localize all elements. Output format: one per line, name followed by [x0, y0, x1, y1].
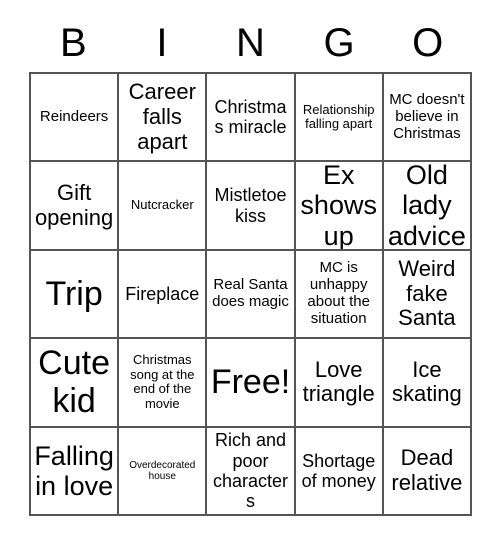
bingo-cell[interactable]: Reindeers	[31, 74, 120, 163]
bingo-cell[interactable]: Weird fake Santa	[383, 250, 472, 340]
bingo-cell[interactable]: Ex shows up	[295, 162, 384, 251]
bingo-cell[interactable]: Falling in love	[31, 427, 120, 516]
bingo-cell-label: Rich and poor characters	[212, 430, 289, 511]
bingo-cell[interactable]: Shortage of money	[295, 427, 384, 516]
bingo-cell-label: Falling in love	[34, 440, 114, 501]
bingo-cell[interactable]: MC is unhappy about the situation	[295, 250, 384, 340]
bingo-cell-label: Christmas miracle	[214, 97, 287, 138]
bingo-cell-label: Overdecorated house	[129, 459, 196, 482]
bingo-cell-label: Gift opening	[34, 179, 114, 230]
bingo-cell[interactable]: Rich and poor characters	[207, 427, 296, 516]
bingo-cell-label: Old lady advice	[387, 162, 466, 251]
header-letter-g: G	[323, 21, 355, 65]
bingo-cell[interactable]: Real Santa does magic	[207, 250, 296, 340]
header-letter-n: N	[236, 21, 265, 65]
bingo-cell-label: Love triangle	[302, 356, 375, 407]
bingo-cell[interactable]: Ice skating	[383, 339, 472, 428]
header-letter-b: B	[59, 21, 87, 65]
bingo-cell-label: Ice skating	[392, 356, 462, 407]
bingo-cell[interactable]: Fireplace	[119, 250, 208, 340]
bingo-cell-label: Trip	[45, 274, 103, 313]
bingo-cell-label: Cute kid	[38, 344, 110, 421]
bingo-card: B I N G O Reindeers Career falls apart C…	[0, 0, 500, 544]
bingo-cell[interactable]: Gift opening	[31, 162, 120, 251]
bingo-cell[interactable]: Trip	[31, 250, 120, 340]
bingo-cell[interactable]: Mistletoe kiss	[207, 162, 296, 251]
bingo-cell-label: Reindeers	[39, 107, 109, 125]
bingo-cell[interactable]: Dead relative	[383, 427, 472, 516]
bingo-cell-label: Relationship falling apart	[302, 101, 375, 132]
bingo-cell-label: Weird fake Santa	[398, 256, 456, 331]
bingo-cell-label: Free!	[210, 363, 291, 402]
bingo-cell[interactable]: Christmas song at the end of the movie	[119, 339, 208, 428]
bingo-cell-label: MC is unhappy about the situation	[307, 259, 370, 327]
bingo-cell[interactable]: Love triangle	[295, 339, 384, 428]
bingo-header: B I N G O	[29, 14, 472, 72]
bingo-grid: Reindeers Career falls apart Christmas m…	[29, 72, 472, 516]
bingo-cell[interactable]: Relationship falling apart	[295, 74, 384, 163]
bingo-cell[interactable]: Old lady advice	[383, 162, 472, 251]
bingo-cell[interactable]: Nutcracker	[119, 162, 208, 251]
bingo-cell-free[interactable]: Free!	[207, 339, 296, 428]
bingo-cell-label: Career falls apart	[128, 79, 196, 154]
bingo-cell-label: Christmas song at the end of the movie	[130, 352, 195, 411]
bingo-cell-label: Mistletoe kiss	[214, 185, 287, 226]
bingo-cell[interactable]: MC doesn't believe in Christmas	[383, 74, 472, 163]
bingo-cell-label: Shortage of money	[301, 450, 376, 491]
bingo-cell[interactable]: Cute kid	[31, 339, 120, 428]
bingo-cell-label: Nutcracker	[130, 197, 194, 213]
bingo-cell[interactable]: Career falls apart	[119, 74, 208, 163]
bingo-cell-label: Dead relative	[391, 445, 463, 495]
bingo-cell[interactable]: Christmas miracle	[207, 74, 296, 163]
bingo-cell-label: MC doesn't believe in Christmas	[389, 91, 465, 142]
header-letter-o: O	[412, 21, 444, 65]
bingo-cell-label: Fireplace	[125, 283, 200, 304]
bingo-cell-label: Real Santa does magic	[212, 276, 289, 310]
bingo-cell[interactable]: Overdecorated house	[119, 427, 208, 516]
bingo-cell-label: Ex shows up	[300, 162, 377, 251]
header-letter-i: I	[156, 21, 168, 65]
